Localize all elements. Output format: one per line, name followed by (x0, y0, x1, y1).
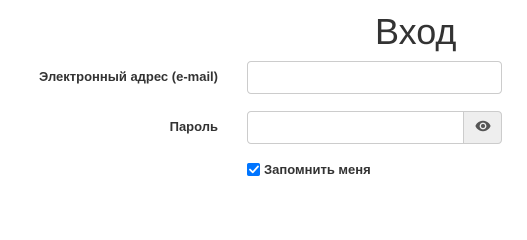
login-page: Вход Электронный адрес (e-mail) Пароль З… (0, 0, 527, 210)
email-field[interactable] (247, 61, 502, 94)
page-title: Вход (375, 11, 457, 52)
remember-checkbox[interactable] (247, 163, 260, 176)
remember-me[interactable]: Запомнить меня (247, 162, 371, 177)
email-label: Электронный адрес (e-mail) (39, 69, 218, 84)
remember-label: Запомнить меня (264, 162, 371, 177)
show-password-button[interactable] (463, 111, 502, 144)
checkmark-icon (248, 165, 259, 174)
password-field[interactable] (247, 111, 464, 144)
password-label: Пароль (169, 119, 218, 134)
eye-icon (474, 119, 491, 137)
